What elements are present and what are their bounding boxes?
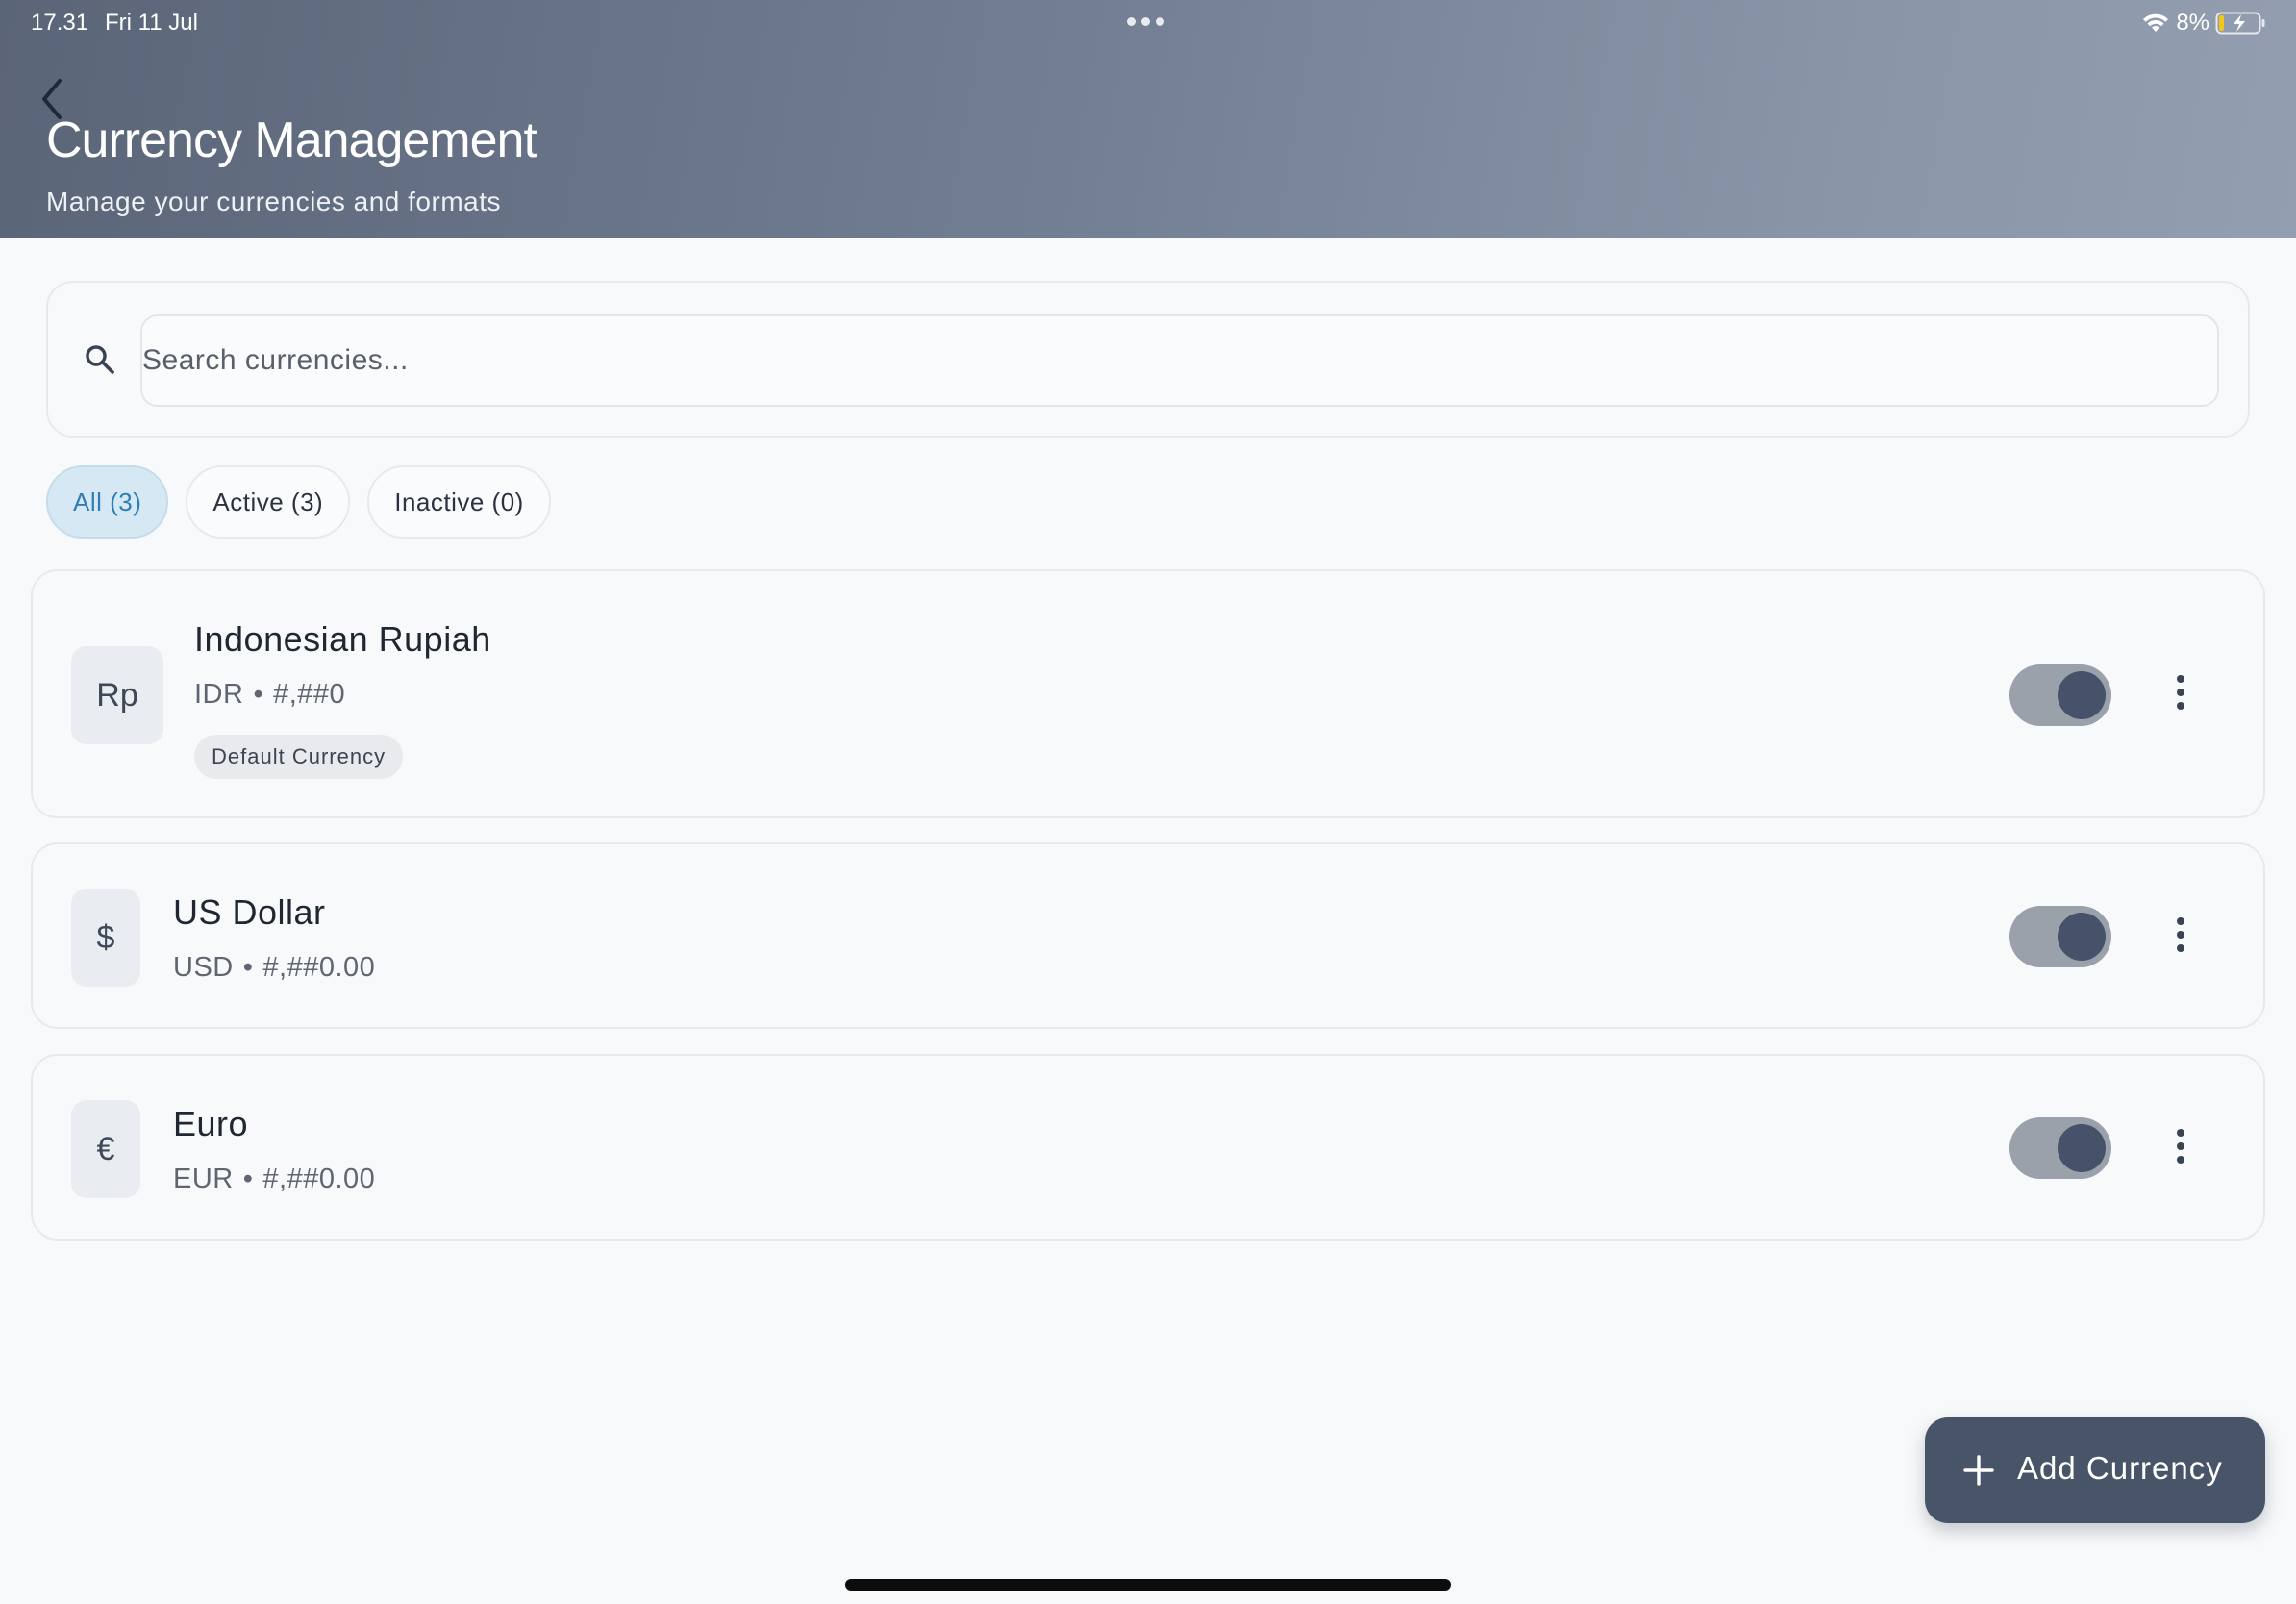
currency-meta: IDR • #,##0: [194, 679, 345, 711]
header: 17.31 Fri 11 Jul 8% Currency Management …: [0, 0, 2296, 238]
filter-chip-all[interactable]: All (3): [46, 465, 169, 539]
currency-code: USD: [173, 952, 234, 983]
status-date: Fri 11 Jul: [105, 10, 198, 36]
currency-active-toggle[interactable]: [2009, 664, 2111, 726]
multitasking-dots-icon[interactable]: [1127, 17, 1164, 26]
home-indicator[interactable]: [845, 1579, 1451, 1591]
filter-chips: All (3) Active (3) Inactive (0): [46, 465, 551, 539]
currency-name: Indonesian Rupiah: [194, 619, 491, 659]
currency-card-usd[interactable]: $ US Dollar USD • #,##0.00: [31, 842, 2265, 1029]
currency-card-eur[interactable]: € Euro EUR • #,##0.00: [31, 1054, 2265, 1241]
wifi-icon: [2143, 13, 2169, 32]
toggle-knob: [2058, 913, 2106, 961]
search-card: [46, 281, 2250, 438]
status-bar: 17.31 Fri 11 Jul 8%: [0, 0, 2296, 46]
more-options-icon[interactable]: [2169, 673, 2192, 712]
status-right: 8%: [2141, 10, 2267, 37]
currency-active-toggle[interactable]: [2009, 906, 2111, 967]
currency-active-toggle[interactable]: [2009, 1117, 2111, 1179]
toggle-knob: [2058, 1124, 2106, 1172]
filter-chip-active[interactable]: Active (3): [186, 465, 351, 539]
currency-name: US Dollar: [173, 892, 326, 932]
add-currency-label: Add Currency: [2017, 1450, 2223, 1486]
currency-code: EUR: [173, 1164, 234, 1194]
currency-format: #,##0.00: [262, 1164, 376, 1194]
currency-code: IDR: [194, 679, 244, 710]
search-input[interactable]: [140, 314, 2219, 407]
meta-separator: •: [253, 679, 264, 710]
meta-separator: •: [242, 952, 254, 983]
status-time: 17.31: [31, 10, 89, 36]
default-currency-badge: Default Currency: [194, 735, 404, 779]
search-icon: [86, 345, 114, 374]
add-currency-button[interactable]: Add Currency: [1925, 1417, 2265, 1523]
more-options-icon[interactable]: [2169, 915, 2192, 954]
page-subtitle: Manage your currencies and formats: [46, 187, 501, 216]
filter-chip-inactive[interactable]: Inactive (0): [367, 465, 551, 539]
more-options-icon[interactable]: [2169, 1127, 2192, 1165]
meta-separator: •: [242, 1164, 254, 1194]
currency-format: #,##0: [273, 679, 346, 710]
currency-format: #,##0.00: [262, 952, 376, 983]
app-root: 17.31 Fri 11 Jul 8% Currency Management …: [0, 0, 2296, 1604]
toggle-knob: [2058, 671, 2106, 719]
currency-symbol: €: [71, 1100, 140, 1198]
plus-icon: [1963, 1455, 1994, 1486]
battery-charging-icon: [2215, 12, 2265, 35]
battery-percent: 8%: [2176, 10, 2209, 36]
page-title: Currency Management: [46, 113, 537, 168]
currency-name: Euro: [173, 1104, 249, 1143]
currency-meta: EUR • #,##0.00: [173, 1164, 375, 1195]
currency-symbol: Rp: [71, 646, 163, 744]
currency-symbol: $: [71, 889, 140, 987]
currency-card-idr[interactable]: Rp Indonesian Rupiah IDR • #,##0 Default C…: [31, 569, 2265, 818]
currency-meta: USD • #,##0.00: [173, 952, 375, 984]
